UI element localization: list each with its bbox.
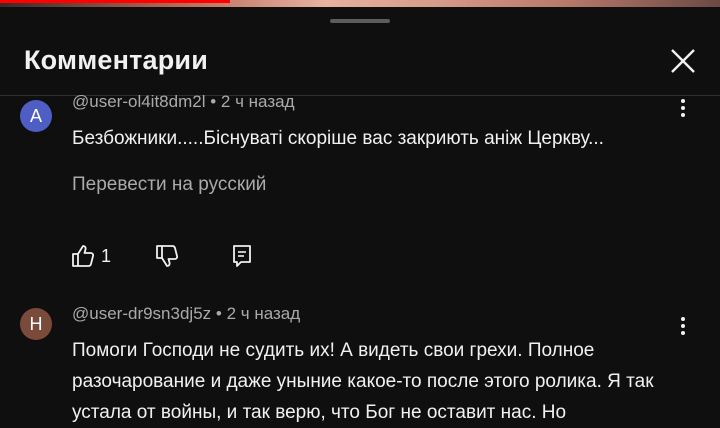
drag-handle[interactable]	[330, 19, 390, 23]
comment-time: 2 ч назад	[220, 92, 295, 111]
comment-meta: @user-dr9sn3dj5z • 2 ч назад	[72, 304, 300, 324]
more-vert-dot	[681, 113, 685, 117]
comment-text: Помоги Господи не судить их! А видеть св…	[72, 340, 654, 423]
more-vert-dot	[681, 324, 685, 328]
comments-sheet: Комментарии A @user-ol4it8dm2l • 2 ч наз…	[0, 7, 720, 423]
sheet-title: Комментарии	[24, 45, 209, 75]
comment-time: 2 ч назад	[226, 304, 301, 323]
comment-author[interactable]: @user-ol4it8dm2l	[72, 92, 205, 111]
more-vert-icon	[681, 99, 685, 103]
comment-item: A @user-ol4it8dm2l • 2 ч назад Безбожник…	[0, 90, 720, 280]
thumb-up-icon	[72, 245, 95, 267]
more-vert-dot	[681, 106, 685, 110]
close-button[interactable]	[666, 44, 700, 78]
reply-icon	[233, 245, 251, 267]
comment-menu-button[interactable]	[676, 99, 690, 123]
like-button[interactable]	[70, 243, 96, 274]
more-vert-icon	[681, 317, 685, 321]
dislike-button[interactable]	[154, 243, 180, 274]
translate-link[interactable]: Перевести на русский	[72, 174, 266, 196]
comment-text: Безбожники.....Біснуваті скоріше вас зак…	[72, 128, 604, 149]
thumb-down-icon	[156, 245, 179, 267]
meta-separator: •	[215, 304, 227, 323]
close-icon	[671, 49, 695, 73]
comment-meta: @user-ol4it8dm2l • 2 ч назад	[72, 92, 294, 112]
meta-separator: •	[210, 92, 221, 111]
comment-author[interactable]: @user-dr9sn3dj5z	[72, 304, 211, 323]
comment-actions: 1	[70, 243, 270, 271]
reply-button[interactable]	[230, 243, 254, 274]
comment-item: Н @user-dr9sn3dj5z • 2 ч назад Помоги Го…	[0, 302, 720, 423]
avatar-letter: Н	[29, 314, 43, 334]
avatar[interactable]: A	[20, 100, 52, 132]
video-progress-bar	[0, 0, 230, 3]
avatar-letter: A	[29, 106, 42, 126]
like-count: 1	[101, 246, 112, 266]
avatar[interactable]: Н	[20, 308, 52, 340]
